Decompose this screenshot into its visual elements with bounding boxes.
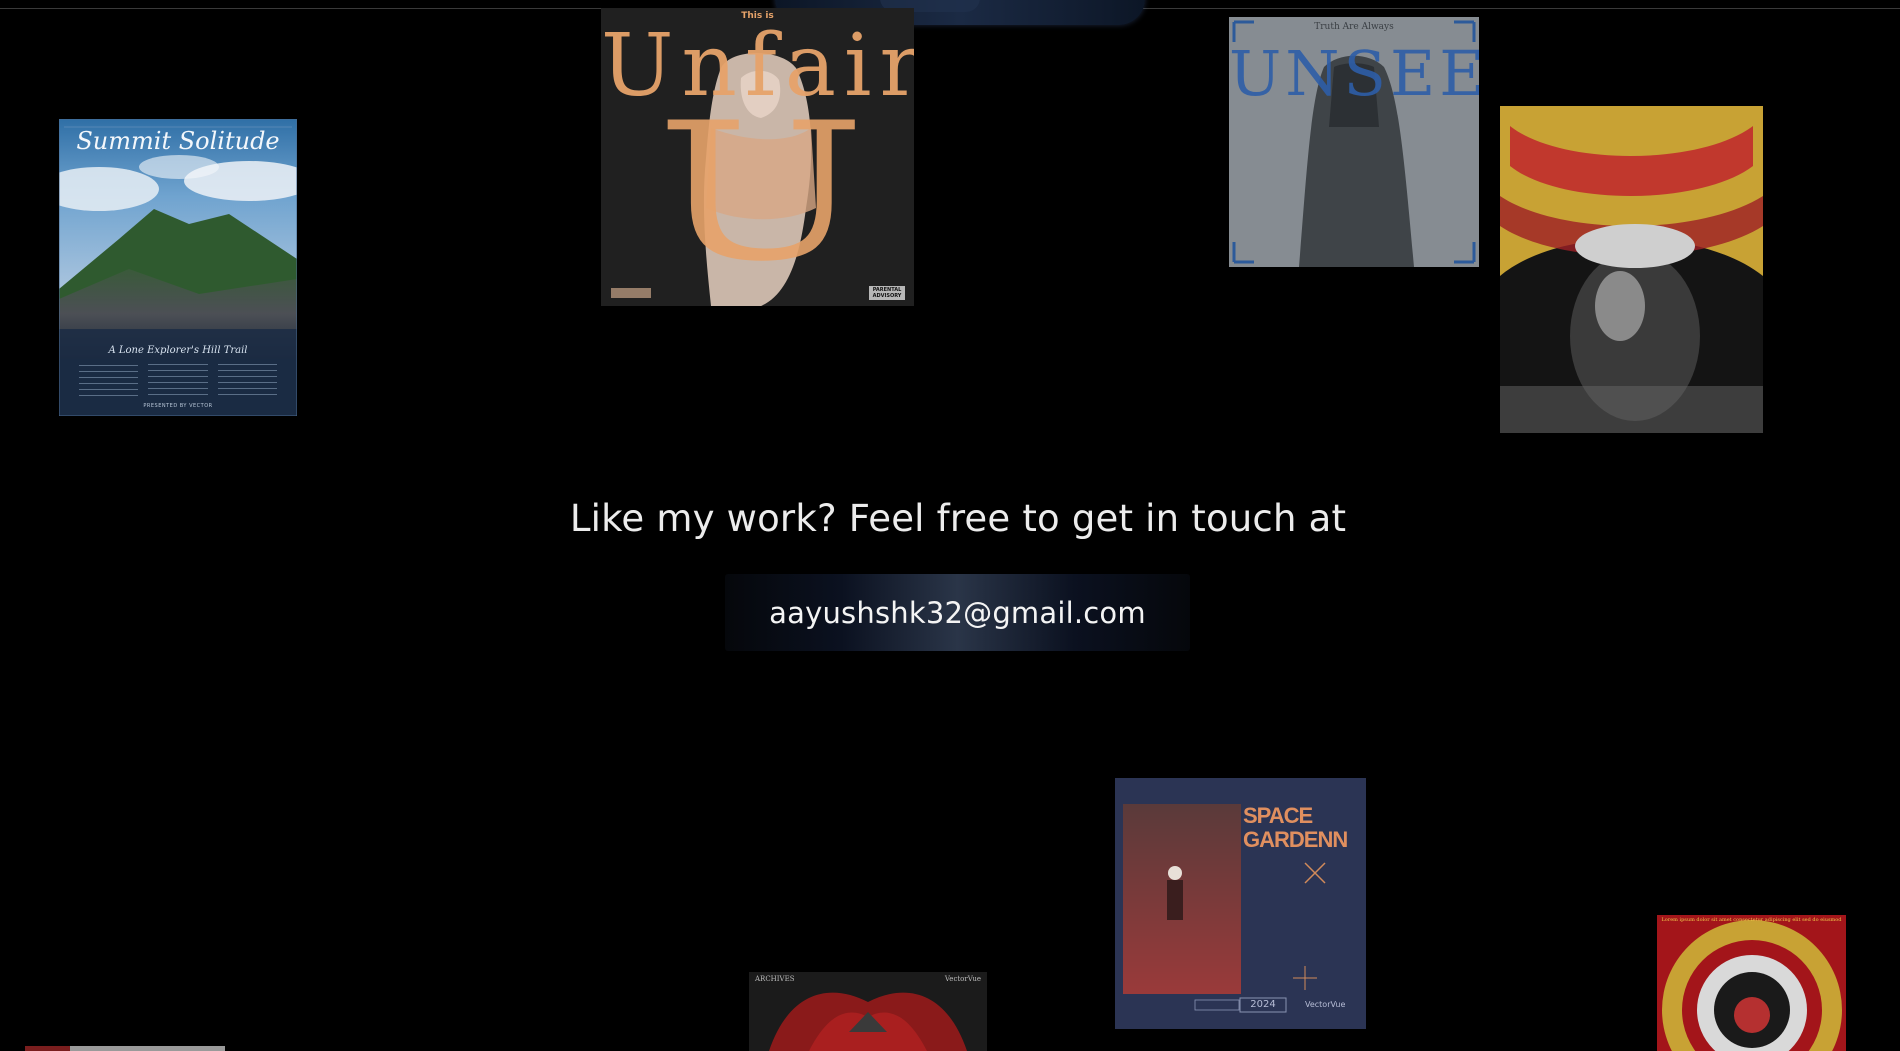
contact-section: Like my work? Feel free to get in touch …	[0, 497, 1900, 540]
red-left-label: ARCHIVES	[755, 975, 795, 983]
summit-title: Summit Solitude	[76, 127, 280, 155]
poster-space-gardenn[interactable]: SPACE GARDENN 2024 VectorVue	[1115, 778, 1366, 1029]
poster-unseen[interactable]: Truth Are Always UNSEEN	[1229, 17, 1479, 267]
circle-artwork	[1657, 915, 1846, 1051]
unseen-title: UNSEEN	[1229, 37, 1479, 110]
poster-calligraphy[interactable]	[1500, 106, 1763, 433]
poster-red-tattoo[interactable]: ARCHIVES VectorVue	[749, 972, 987, 1051]
summit-footer: PRESENTED BY VECTOR	[143, 403, 213, 409]
poster-circular-calligraphy[interactable]: Lorem ipsum dolor sit amet consectetur a…	[1657, 915, 1846, 1051]
poster-partial-bottom-left[interactable]	[25, 1046, 225, 1051]
space-title: SPACE GARDENN	[1243, 803, 1348, 852]
email-button[interactable]: aayushshk32@gmail.com	[725, 574, 1190, 651]
red-artwork	[749, 972, 987, 1051]
space-year: 2024	[1250, 999, 1276, 1010]
calligraphy-artwork	[1500, 106, 1763, 433]
contact-heading: Like my work? Feel free to get in touch …	[569, 497, 1347, 540]
red-right-label: VectorVue	[944, 975, 981, 983]
parental-advisory-badge: PARENTAL ADVISORY	[872, 287, 902, 299]
circle-caption: Lorem ipsum dolor sit amet consectetur a…	[1661, 917, 1842, 923]
summit-body-text	[79, 364, 277, 398]
summit-subtitle: A Lone Explorer's Hill Trail	[108, 345, 248, 356]
unfair-title: Unfair	[601, 16, 914, 116]
unseen-kicker: Truth Are Always	[1314, 22, 1394, 32]
email-address[interactable]: aayushshk32@gmail.com	[769, 596, 1146, 630]
contact-page: Summit Solitude A Lone Explorer's Hill T…	[0, 0, 1900, 1051]
poster-summit-solitude[interactable]: Summit Solitude A Lone Explorer's Hill T…	[59, 119, 297, 416]
poster-unfair[interactable]: U This is Unfair PARENTAL ADVISORY	[601, 8, 914, 306]
space-brand: VectorVue	[1305, 1000, 1346, 1009]
